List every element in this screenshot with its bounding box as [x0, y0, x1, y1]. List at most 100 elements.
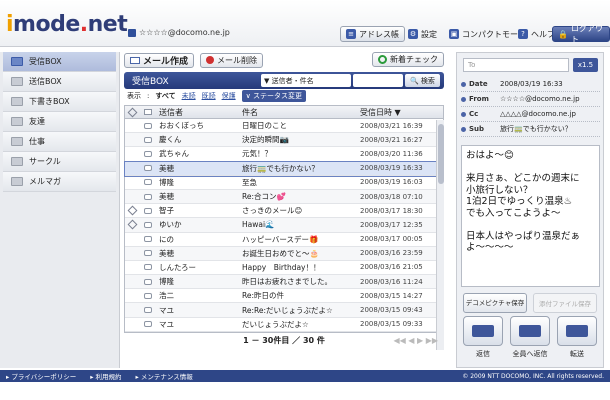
table-row[interactable]: マユ Re:Re:だいじょうぶだよ☆ 2008/03/15 09:43: [125, 303, 443, 318]
row-sender: 武ちゃん: [159, 149, 189, 159]
pager-nav[interactable]: ◀◀ ◀ ▶ ▶▶: [393, 336, 438, 345]
filter-read[interactable]: 既読: [202, 91, 216, 101]
folder-sidebar: 受信BOX 送信BOX 下書きBOX 友達 仕事 サークル メルマガ: [0, 52, 120, 368]
search-button[interactable]: 🔍 検索: [405, 74, 440, 87]
table-row[interactable]: 博隆 昨日はお疲れさまでした。 2008/03/16 11:24: [125, 275, 443, 290]
table-row[interactable]: 浩二 Re:昨日の件 2008/03/15 14:27: [125, 289, 443, 304]
box-title: 受信BOX: [132, 77, 169, 87]
row-date: 2008/03/17 00:05: [360, 235, 423, 244]
sidebar-item-sent[interactable]: 送信BOX: [3, 72, 116, 92]
bullet-icon: [461, 81, 466, 87]
filter-unread[interactable]: 未読: [182, 91, 196, 101]
table-row[interactable]: 智子 さっきのメール😊 2008/03/17 18:30: [125, 204, 443, 219]
address-book-button[interactable]: ≡ アドレス帳: [340, 26, 405, 42]
filter-all[interactable]: すべて: [155, 91, 175, 101]
search-input[interactable]: [353, 74, 403, 87]
filter-protected[interactable]: 保護: [222, 91, 236, 101]
compose-button[interactable]: メール作成: [124, 52, 195, 68]
row-sender: ゆいか: [159, 220, 182, 230]
to-field[interactable]: To: [463, 58, 569, 72]
scroll-thumb[interactable]: [438, 124, 444, 184]
mail-read-icon: [143, 221, 152, 228]
row-subject: Happy Birthday！！: [242, 262, 321, 272]
copyright: © 2009 NTT DOCOMO, INC. All rights reser…: [462, 372, 604, 380]
folder-icon: [11, 117, 23, 126]
refresh-icon: [378, 55, 387, 64]
row-sender: マユ: [159, 319, 174, 329]
sidebar-item-inbox[interactable]: 受信BOX: [3, 52, 116, 72]
table-row[interactable]: 慶くん 決定的瞬間📷 2008/03/21 16:27: [125, 133, 443, 148]
mail-read-icon: [143, 236, 152, 243]
table-row[interactable]: 武ちゃん 元気！？ 2008/03/20 11:36: [125, 147, 443, 162]
table-row[interactable]: にの ハッピーバースデー🎁 2008/03/17 00:05: [125, 233, 443, 247]
bullet-icon: [461, 126, 466, 132]
row-date: 2008/03/17 12:35: [360, 220, 423, 229]
row-subject: 至急: [242, 177, 257, 187]
search-field-select[interactable]: ▼ 送信者・件名: [261, 74, 351, 87]
col-subject[interactable]: 件名: [242, 107, 360, 118]
maintenance-link[interactable]: ▸ メンテナンス情報: [136, 371, 193, 381]
mail-read-icon: [143, 321, 152, 328]
mail-read-icon: [143, 193, 152, 200]
row-sender: 博隆: [159, 177, 174, 187]
row-sender: 美穂: [159, 248, 174, 258]
sidebar-item-work[interactable]: 仕事: [3, 132, 116, 152]
mail-read-icon: [143, 264, 152, 271]
lock-icon: 🔒: [558, 29, 568, 39]
footer: ▸ プライバシーポリシー ▸ 利用規約 ▸ メンテナンス情報 © 2009 NT…: [0, 370, 610, 382]
mail-header-icon: [143, 109, 152, 115]
table-row[interactable]: ゆいか Hawai🌊 2008/03/17 12:35: [125, 218, 443, 233]
sidebar-item-circle[interactable]: サークル: [3, 152, 116, 172]
row-subject: 昨日はお疲れさまでした。: [242, 277, 332, 287]
attachment-save-button[interactable]: 添付ファイル保存: [533, 293, 597, 313]
row-date: 2008/03/17 18:30: [360, 206, 423, 215]
sidebar-item-drafts[interactable]: 下書きBOX: [3, 92, 116, 112]
settings-button[interactable]: ⚙ 設定: [403, 26, 442, 42]
row-sender: しんたろー: [159, 262, 197, 272]
row-date: 2008/03/20 11:36: [360, 149, 423, 158]
table-row[interactable]: 美穂 お誕生日おめでと〜🎂 2008/03/16 23:59: [125, 246, 443, 261]
mail-list-panel: メール作成 メール削除 新着チェック 受信BOX ▼ 送信者・件名 🔍 検索 表示…: [124, 52, 444, 368]
bullet-icon: [461, 111, 466, 117]
table-row[interactable]: 博隆 至急 2008/03/19 16:03: [125, 176, 443, 190]
sidebar-item-mailmag[interactable]: メルマガ: [3, 172, 116, 192]
table-row[interactable]: 美穂 旅行🚃でも行かない？ 2008/03/19 16:33: [124, 160, 444, 177]
forward-button[interactable]: [557, 316, 597, 346]
table-row[interactable]: しんたろー Happy Birthday！！ 2008/03/16 21:05: [125, 261, 443, 276]
row-subject: Re:合コン💕: [242, 192, 286, 202]
row-date: 2008/03/19 16:03: [360, 178, 423, 187]
forward-arrow-icon: [566, 325, 588, 337]
col-sender[interactable]: 送信者: [156, 107, 242, 118]
col-date[interactable]: 受信日時 ▼: [360, 107, 432, 118]
message-date: 2008/03/19 16:33: [500, 80, 563, 88]
bullet-icon: [461, 96, 466, 102]
logout-button[interactable]: 🔒 ログアウト: [552, 24, 610, 44]
status-change-button[interactable]: ∨ ステータス変更: [241, 90, 306, 102]
table-row[interactable]: おおくぼっち 日曜日のこと 2008/03/21 16:39: [125, 119, 443, 134]
filter-row: 表示: すべて 未読 既読 保護 ∨ ステータス変更: [124, 89, 444, 103]
row-date: 2008/03/16 23:59: [360, 249, 423, 258]
row-subject: Re:Re:だいじょうぶだよ☆: [242, 305, 333, 315]
table-row[interactable]: マユ だいじょうぶだよ☆ 2008/03/15 09:33: [125, 318, 443, 332]
delete-button[interactable]: メール削除: [200, 52, 264, 68]
message-subject: 旅行🚃でも行かない？: [500, 125, 572, 133]
privacy-link[interactable]: ▸ プライバシーポリシー: [6, 371, 76, 381]
row-subject: Re:昨日の件: [242, 291, 285, 301]
reply-all-button[interactable]: [510, 316, 550, 346]
mail-read-icon: [143, 165, 152, 172]
list-scrollbar[interactable]: [436, 120, 444, 350]
row-sender: 博隆: [159, 277, 174, 287]
sidebar-item-friends[interactable]: 友達: [3, 112, 116, 132]
mail-read-icon: [143, 150, 152, 157]
row-date: 2008/03/15 14:27: [360, 291, 423, 300]
table-header: 送信者 件名 受信日時 ▼: [125, 106, 443, 119]
table-row[interactable]: 美穂 Re:合コン💕 2008/03/18 07:10: [125, 189, 443, 205]
attachment-header-icon: [127, 107, 137, 117]
reply-button[interactable]: [463, 316, 503, 346]
folder-icon: [11, 77, 23, 86]
mail-table: 送信者 件名 受信日時 ▼ おおくぼっち 日曜日のこと 2008/03/21 16:…: [124, 105, 444, 333]
zoom-button[interactable]: x1.5: [573, 58, 598, 72]
deco-save-button[interactable]: デコメピクチャ保存: [463, 293, 527, 313]
terms-link[interactable]: ▸ 利用規約: [90, 371, 121, 381]
new-check-button[interactable]: 新着チェック: [372, 52, 444, 67]
